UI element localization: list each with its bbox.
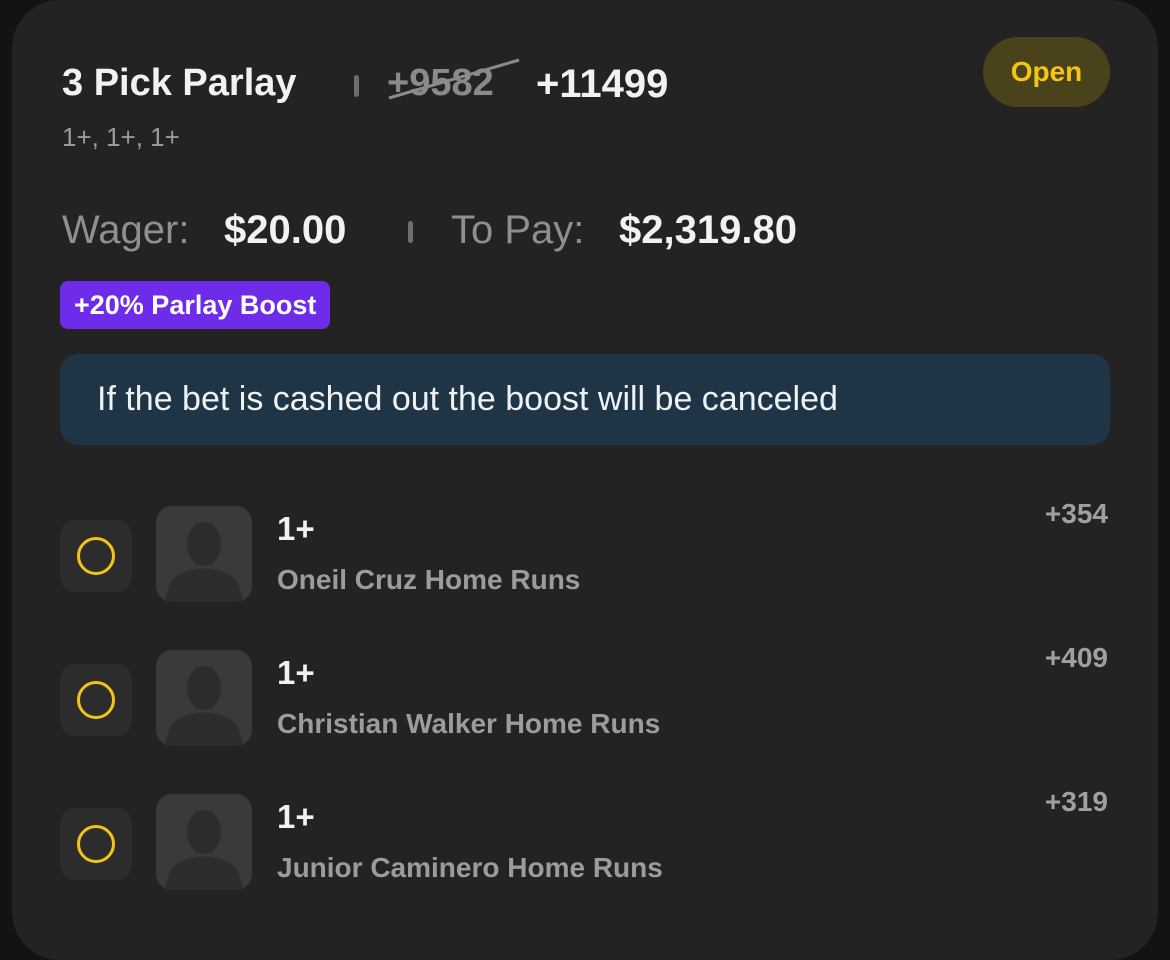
player-avatar [156, 650, 252, 746]
boost-notice: If the bet is cashed out the boost will … [60, 354, 1110, 445]
player-avatar [156, 506, 252, 602]
player-silhouette-icon [164, 522, 244, 602]
pending-circle-icon [77, 825, 115, 863]
pick-status [60, 808, 132, 880]
player-silhouette-icon [164, 810, 244, 890]
strikethrough-icon [388, 58, 520, 100]
pending-circle-icon [77, 537, 115, 575]
pick-line: 1+ [277, 510, 315, 547]
wager-divider [408, 221, 413, 243]
player-avatar [156, 794, 252, 890]
title-divider [354, 75, 359, 97]
pick-market: Oneil Cruz Home Runs [277, 564, 581, 595]
pick-row[interactable]: 1+ Oneil Cruz Home Runs +354 [12, 498, 1158, 606]
bet-card[interactable]: 3 Pick Parlay +9582 +11499 1+, 1+, 1+ Op… [12, 0, 1158, 960]
to-pay-amount: $2,319.80 [619, 208, 797, 252]
pick-line: 1+ [277, 798, 315, 835]
bet-legs-summary: 1+, 1+, 1+ [62, 122, 180, 152]
pick-row[interactable]: 1+ Christian Walker Home Runs +409 [12, 642, 1158, 750]
status-badge: Open [983, 37, 1110, 107]
pick-odds: +354 [1044, 498, 1108, 529]
to-pay-label: To Pay: [451, 208, 585, 252]
player-silhouette-icon [164, 666, 244, 746]
pick-status [60, 520, 132, 592]
wager-amount: $20.00 [224, 208, 347, 252]
pick-row[interactable]: 1+ Junior Caminero Home Runs +319 [12, 786, 1158, 894]
wager-label: Wager: [62, 208, 190, 252]
original-odds: +9582 [387, 58, 520, 105]
bet-title: 3 Pick Parlay [62, 62, 297, 104]
pick-odds: +409 [1044, 642, 1108, 673]
pick-market: Christian Walker Home Runs [277, 708, 661, 739]
pick-market: Junior Caminero Home Runs [277, 852, 663, 883]
boosted-odds: +11499 [536, 62, 669, 106]
pick-status [60, 664, 132, 736]
pending-circle-icon [77, 681, 115, 719]
pick-odds: +319 [1044, 786, 1108, 817]
parlay-boost-badge: +20% Parlay Boost [60, 281, 331, 329]
pick-line: 1+ [277, 654, 315, 691]
